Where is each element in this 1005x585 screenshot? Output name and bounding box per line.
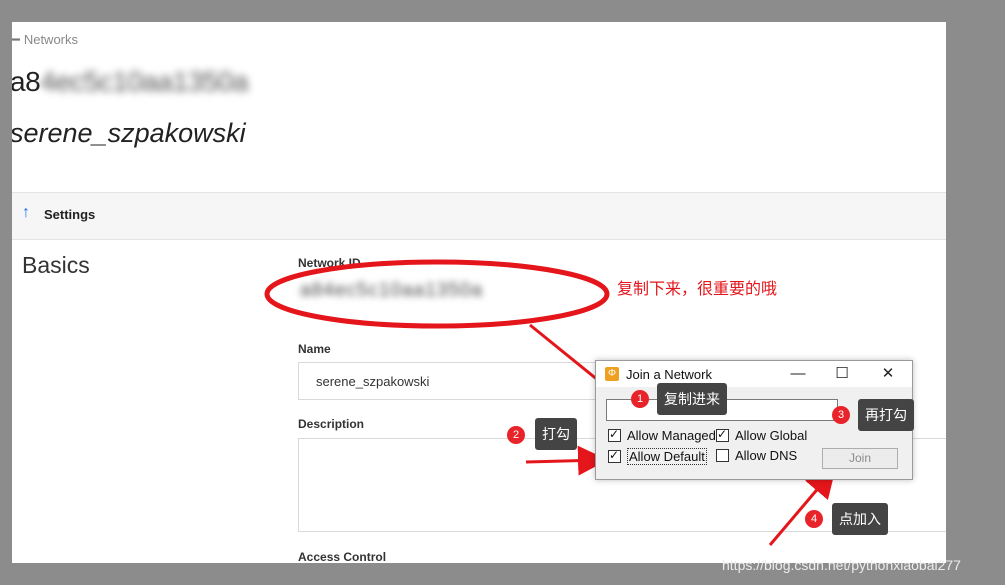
- dialog-titlebar[interactable]: Φ Join a Network — ☐ ✕: [596, 361, 912, 387]
- step-1-tip: 复制进来: [657, 383, 727, 415]
- checkbox-checked-icon[interactable]: [608, 427, 621, 442]
- highlight-ellipse: [264, 259, 610, 329]
- minimize-icon[interactable]: —: [788, 364, 808, 384]
- zerotier-icon: Φ: [605, 367, 619, 381]
- step-2-tip: 打勾: [535, 418, 577, 450]
- step-2-badge: 2: [507, 426, 525, 444]
- checkbox-checked-icon[interactable]: [608, 448, 621, 463]
- watermark: https://blog.csdn.net/pythonxiaobai277: [722, 557, 961, 573]
- arrow-to-allow-default: [525, 445, 608, 476]
- checkbox-unchecked-icon[interactable]: [716, 449, 729, 462]
- allow-dns-label[interactable]: Allow DNS: [735, 448, 797, 463]
- allow-global-label[interactable]: Allow Global: [735, 428, 807, 443]
- step-1-badge: 1: [631, 390, 649, 408]
- close-icon[interactable]: ✕: [878, 364, 898, 384]
- allow-global-checkbox[interactable]: Allow Global: [716, 427, 807, 443]
- annotation-overlay: [264, 259, 871, 546]
- join-button[interactable]: Join: [822, 448, 898, 469]
- allow-managed-checkbox[interactable]: Allow Managed: [608, 427, 716, 443]
- arrow-to-join: [768, 467, 836, 546]
- allow-default-label[interactable]: Allow Default: [627, 448, 707, 465]
- step-4-badge: 4: [805, 510, 823, 528]
- step-3-badge: 3: [832, 406, 850, 424]
- allow-dns-checkbox[interactable]: Allow DNS: [716, 448, 797, 463]
- dialog-title: Join a Network: [626, 367, 712, 382]
- step-3-tip: 再打勾: [858, 399, 914, 431]
- allow-managed-label[interactable]: Allow Managed: [627, 428, 716, 443]
- copy-annotation: 复制下来，很重要的哦: [617, 281, 778, 298]
- checkbox-checked-icon[interactable]: [716, 427, 729, 442]
- allow-default-checkbox[interactable]: Allow Default: [608, 448, 707, 465]
- step-4-tip: 点加入: [832, 503, 888, 535]
- maximize-icon[interactable]: ☐: [832, 364, 852, 384]
